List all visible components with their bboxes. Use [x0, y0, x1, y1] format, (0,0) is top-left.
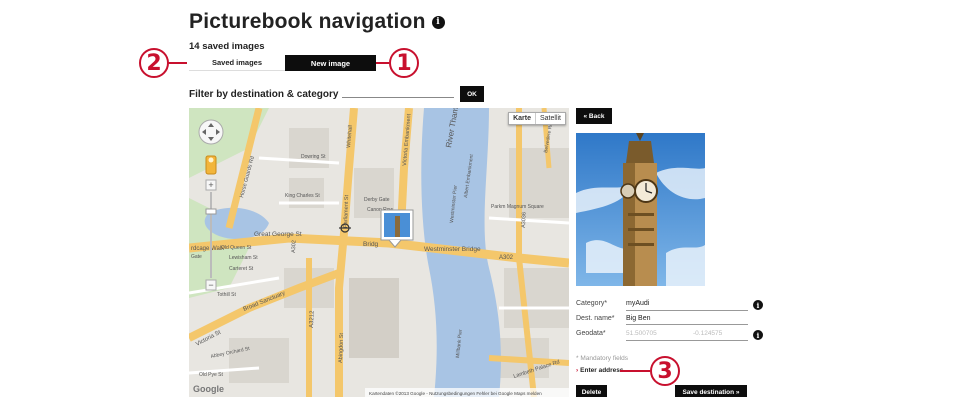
category-label: Category* [576, 300, 608, 307]
dest-name-label: Dest. name* [576, 315, 615, 322]
label-great-george: Great George St [254, 231, 302, 238]
tower-roof [626, 141, 654, 163]
label-dowring: Dowring St [301, 154, 326, 160]
clock-face-side [620, 183, 636, 199]
building-block [349, 278, 399, 358]
saved-images-count: 14 saved images [189, 41, 265, 52]
destination-photo [576, 133, 705, 286]
callout-2: 2 [139, 48, 169, 78]
label-carteret: Carteret St [229, 266, 254, 272]
tab-saved-images[interactable]: Saved images [189, 55, 285, 71]
tower-band [628, 213, 654, 216]
map-canvas[interactable]: River Thames Westminster Bridge A302 Gre… [189, 108, 569, 397]
callout-3: 3 [650, 356, 680, 386]
label-birdcage: rdcage Walk [191, 246, 225, 252]
label-gate: Gate [191, 254, 202, 260]
zoom-out-icon: − [208, 280, 213, 290]
enter-address-link[interactable]: › Enter address [576, 367, 624, 374]
map-view[interactable]: River Thames Westminster Bridge A302 Gre… [189, 108, 569, 397]
chevron-right-icon: › [576, 367, 579, 374]
google-logo: Google [193, 384, 224, 394]
enter-address-label: Enter address [580, 367, 624, 374]
zoom-slider-handle[interactable] [205, 208, 217, 215]
geodata-latitude[interactable]: 51.500705 [626, 330, 657, 337]
label-lewisham: Lewisham St [229, 255, 258, 261]
marker-thumb-tower [395, 216, 400, 237]
dest-name-value[interactable]: Big Ben [626, 315, 651, 322]
filter-ok-button[interactable]: OK [460, 86, 484, 102]
dest-name-field-underline [626, 324, 748, 325]
label-park-plaza: Parkm Magnum Square [491, 204, 544, 210]
save-destination-button[interactable]: Save destination » [675, 385, 747, 397]
zoom-in-icon: + [208, 180, 213, 190]
big-ben-image [576, 133, 705, 286]
map-type-satellit[interactable]: Satellit [536, 113, 565, 124]
info-icon[interactable]: i [431, 15, 445, 29]
label-broad-sanctuary: Broad Sanctuary [243, 291, 287, 313]
back-button[interactable]: « Back [576, 108, 612, 124]
label-victoria-emb: Victoria Embankment [402, 113, 413, 166]
label-old-pye: Old Pye St [199, 372, 224, 378]
label-parliament-st: Parliament St [343, 194, 350, 228]
cloud [666, 245, 705, 286]
label-abingdon: Abingdon St [338, 332, 345, 363]
label-king-charles: King Charles St [285, 193, 320, 199]
page-title-text: Picturebook navigation [189, 10, 426, 33]
label-a302-west: A302 [291, 240, 297, 253]
category-info-icon[interactable]: i [753, 300, 763, 310]
filter-input[interactable] [342, 91, 454, 98]
geodata-longitude[interactable]: -0.124575 [693, 330, 722, 337]
tower-shadow [623, 163, 635, 286]
building-block [504, 268, 569, 328]
label-westminster-bridge: Westminster Bridge [424, 246, 481, 253]
category-field-underline [626, 310, 748, 311]
map-type-control[interactable]: Karte Satellit [508, 112, 566, 125]
tab-new-image[interactable]: New image [285, 55, 376, 71]
label-a3212: A3212 [309, 310, 316, 328]
callout-1-line [376, 62, 389, 64]
label-derby-gate: Derby Gate [364, 197, 390, 203]
callout-2-line [167, 62, 187, 64]
label-old-queen: Old Queen St [221, 245, 252, 251]
pegman-head [208, 157, 214, 163]
tower-band [628, 228, 654, 231]
callout-1: 1 [389, 48, 419, 78]
label-tothill: Tothill St [217, 292, 237, 298]
filter-label: Filter by destination & category [189, 89, 339, 100]
delete-button[interactable]: Delete [576, 385, 607, 397]
building-block [229, 338, 289, 383]
geodata-info-icon[interactable]: i [753, 330, 763, 340]
geodata-label: Geodata* [576, 330, 606, 337]
callout-3-line [620, 370, 650, 372]
minor-road [488, 216, 569, 225]
mandatory-note: * Mandatory fields [576, 355, 629, 362]
page-title: Picturebook navigation i [189, 10, 445, 34]
label-a302: A302 [499, 255, 514, 261]
category-value[interactable]: myAudi [626, 300, 649, 307]
label-a3036: A3036 [521, 212, 528, 228]
geodata-field-underline [626, 340, 748, 341]
tower-band [628, 243, 654, 246]
map-type-karte[interactable]: Karte [509, 113, 536, 124]
map-attribution[interactable]: Kartendaten ©2013 Google - Nutzungsbedin… [369, 390, 542, 396]
label-bridge-st: Bridg [363, 241, 379, 248]
